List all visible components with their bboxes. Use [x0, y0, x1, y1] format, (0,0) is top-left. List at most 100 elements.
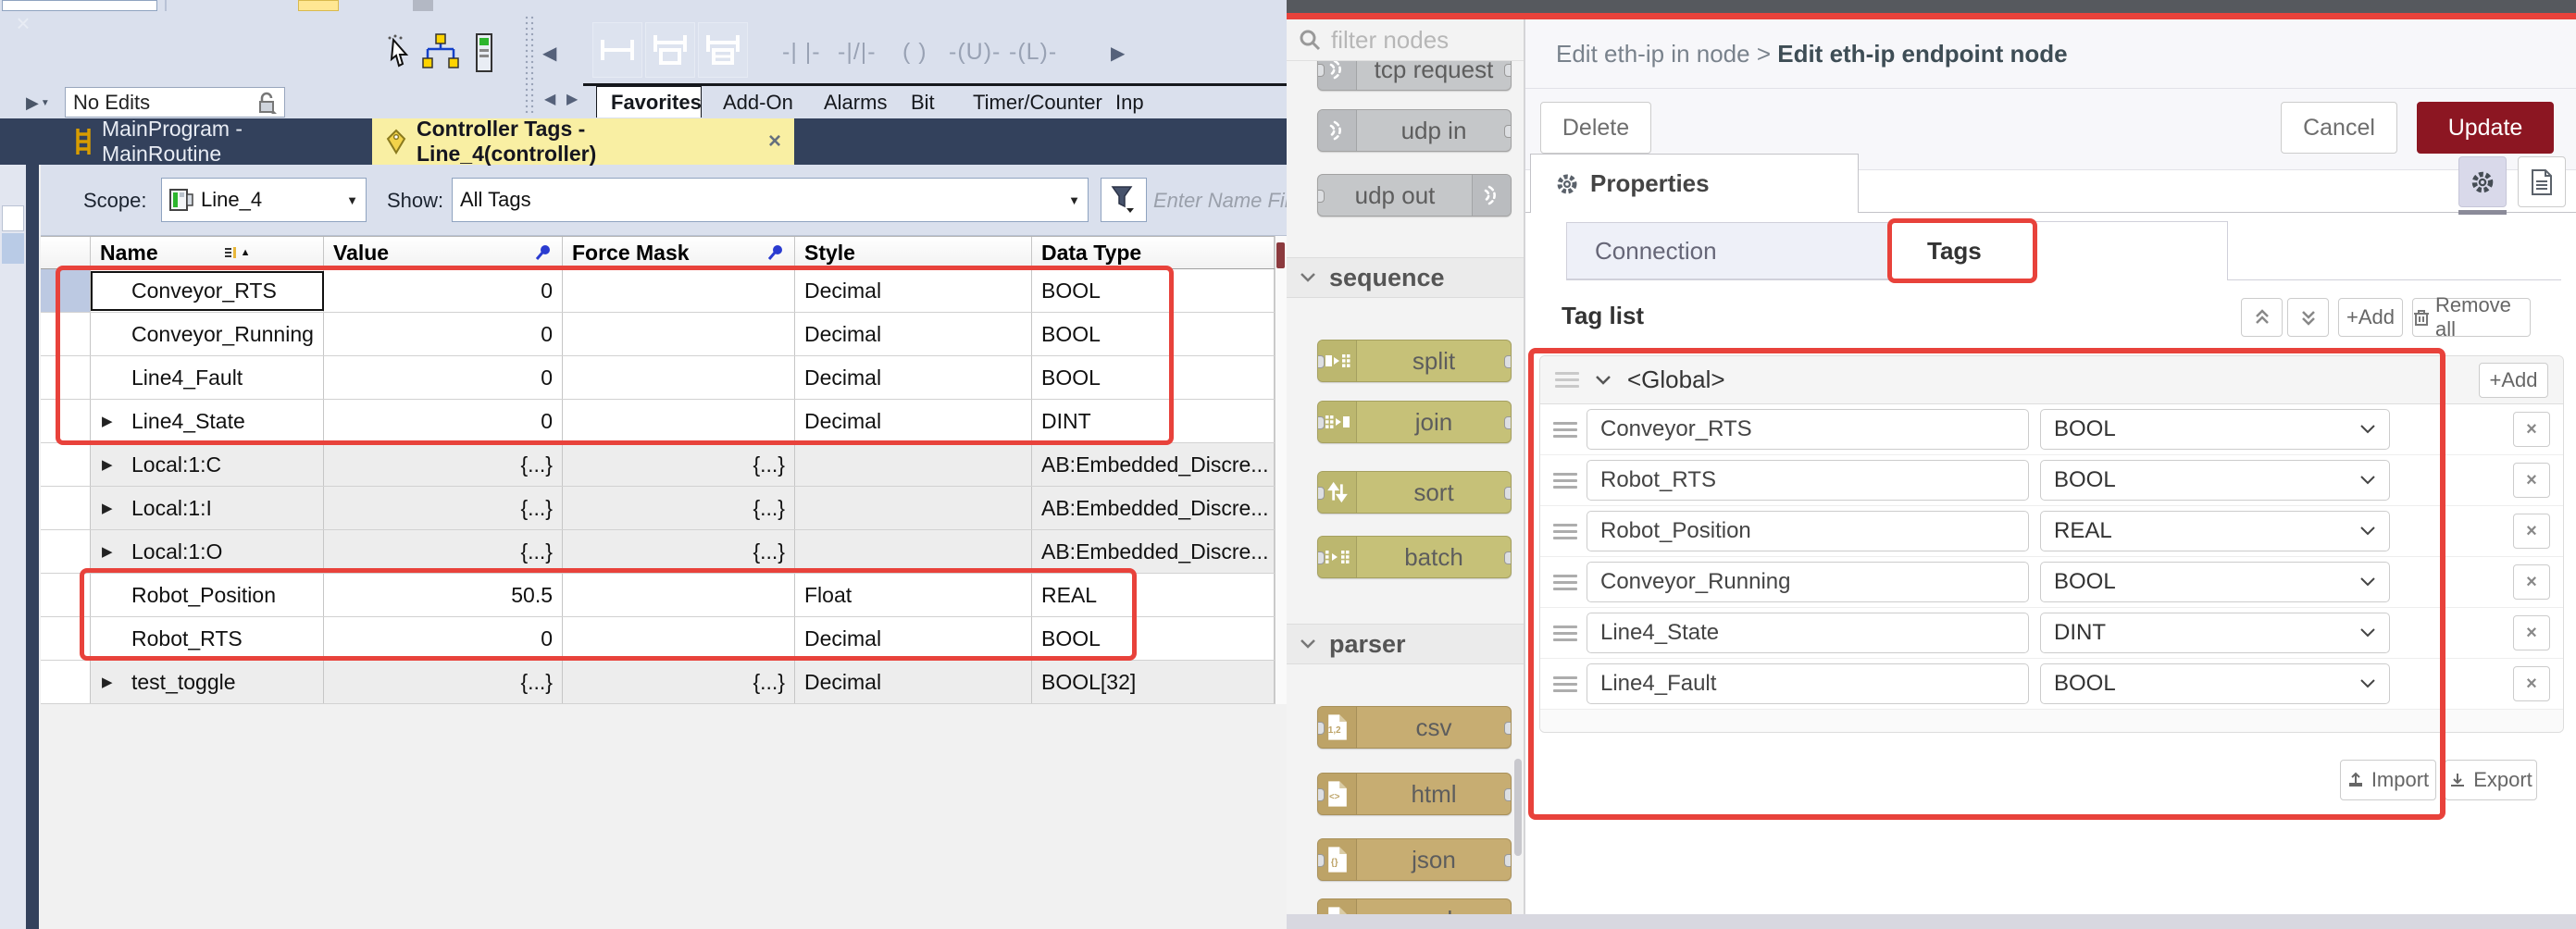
cell-style[interactable]: Decimal — [795, 400, 1032, 442]
select-pointer-icon[interactable] — [383, 33, 417, 72]
cell-data-type[interactable]: AB:Embedded_Discre... — [1032, 530, 1275, 573]
cell-data-type[interactable]: BOOL — [1032, 313, 1275, 355]
tab-tags[interactable]: Tags — [1889, 221, 2228, 280]
pin-icon[interactable] — [766, 243, 785, 262]
filter-button[interactable] — [1101, 178, 1147, 222]
network-browse-icon[interactable] — [418, 33, 463, 72]
cell-style[interactable]: Decimal — [795, 313, 1032, 355]
instruction-scroll-left-icon[interactable]: ◀ — [542, 44, 556, 63]
cell-force-mask[interactable]: {...} — [563, 530, 795, 573]
cell-data-type[interactable]: DINT — [1032, 400, 1275, 442]
tab-connection[interactable]: Connection — [1566, 222, 1889, 279]
remove-tag-button[interactable]: × — [2513, 564, 2550, 600]
instruction-tab-favorites[interactable]: Favorites — [611, 91, 702, 115]
tab-close-icon[interactable]: × — [768, 129, 781, 155]
tab-controller-tags[interactable]: Controller Tags - Line_4(controller) × — [372, 118, 794, 165]
cell-name[interactable]: ▶Local:1:I — [91, 487, 324, 529]
cell-value[interactable]: 0 — [324, 400, 563, 442]
table-row[interactable]: ▶Local:1:I{...}{...}AB:Embedded_Discre..… — [41, 487, 1275, 530]
instruction-tab-add-on[interactable]: Add-On — [723, 91, 793, 115]
node-output-port[interactable] — [1504, 64, 1512, 77]
table-row[interactable]: Line4_Fault0DecimalBOOL — [41, 356, 1275, 400]
cell-data-type[interactable]: AB:Embedded_Discre... — [1032, 487, 1275, 529]
instruction-glyph-icon[interactable]: ( ) — [902, 39, 927, 66]
node-settings-button[interactable] — [2458, 156, 2507, 207]
table-row[interactable]: ▶Local:1:O{...}{...}AB:Embedded_Discre..… — [41, 530, 1275, 574]
scope-select[interactable]: Line_4 ▼ — [161, 178, 367, 222]
table-row[interactable]: ▶Line4_State0 DecimalDINT — [41, 400, 1275, 443]
cell-value[interactable]: 0 — [324, 617, 563, 660]
table-scrollbar-thumb[interactable] — [1276, 242, 1285, 268]
cell-name[interactable]: ▶test_toggle — [91, 661, 324, 703]
node-output-port[interactable] — [1504, 125, 1512, 138]
rung-edit-dropdown[interactable]: ▶▼ — [20, 89, 57, 117]
move-up-button[interactable] — [2241, 298, 2283, 337]
header-value[interactable]: Value — [324, 237, 563, 268]
node-output-port[interactable] — [1504, 854, 1512, 867]
drag-handle-icon[interactable] — [1553, 524, 1577, 539]
toolbar-button-highlighted[interactable] — [298, 0, 339, 11]
node-output-port[interactable] — [1504, 487, 1512, 500]
cell-value[interactable]: {...} — [324, 530, 563, 573]
cell-name[interactable]: Conveyor_Running — [91, 313, 324, 355]
cell-value[interactable]: {...} — [324, 661, 563, 703]
row-marker-cell[interactable] — [41, 617, 91, 660]
remove-tag-button[interactable]: × — [2513, 463, 2550, 498]
row-marker-cell[interactable] — [41, 400, 91, 442]
tag-name-input[interactable] — [1587, 409, 2029, 450]
cell-name[interactable]: ▶Line4_State — [91, 400, 324, 442]
cell-force-mask[interactable] — [563, 400, 795, 442]
tag-name-input[interactable] — [1587, 511, 2029, 551]
tag-type-select[interactable]: BOOL — [2040, 663, 2390, 704]
toolbar-button-cut[interactable] — [413, 0, 433, 11]
row-marker-cell[interactable] — [41, 487, 91, 529]
node-output-port[interactable] — [1504, 551, 1512, 564]
instruction-scroll-right-icon[interactable]: ▶ — [1111, 44, 1125, 63]
header-style[interactable]: Style — [795, 237, 1032, 268]
drag-handle-icon[interactable] — [1553, 676, 1577, 692]
header-name[interactable]: Name ▲ — [91, 237, 324, 268]
device-monitor-icon[interactable] — [470, 33, 498, 72]
row-marker-cell[interactable] — [41, 356, 91, 399]
row-marker-cell[interactable] — [41, 269, 91, 312]
tag-type-select[interactable]: BOOL — [2040, 460, 2390, 501]
header-force-mask[interactable]: Force Mask — [563, 237, 795, 268]
remove-tag-button[interactable]: × — [2513, 666, 2550, 701]
tag-name-input[interactable] — [1587, 663, 2029, 704]
cell-value[interactable]: {...} — [324, 487, 563, 529]
cell-data-type[interactable]: BOOL — [1032, 356, 1275, 399]
cell-value[interactable]: 0 — [324, 313, 563, 355]
update-button[interactable]: Update — [2417, 102, 2554, 154]
pin-icon[interactable] — [534, 243, 553, 262]
cell-value[interactable]: 0 — [324, 356, 563, 399]
table-row[interactable]: Conveyor_Running0 DecimalBOOL — [41, 313, 1275, 356]
cell-force-mask[interactable] — [563, 269, 795, 312]
node-input-port[interactable] — [1317, 551, 1325, 564]
cell-data-type[interactable]: AB:Embedded_Discre... — [1032, 443, 1275, 486]
instruction-glyph-icon[interactable]: -| |- — [782, 39, 821, 66]
expand-arrow-icon[interactable]: ▶ — [102, 500, 113, 516]
row-marker-cell[interactable] — [41, 661, 91, 703]
rung-new-button[interactable] — [592, 22, 642, 78]
table-scrollbar[interactable] — [1275, 236, 1287, 704]
palette-node-batch[interactable]: batch — [1317, 536, 1512, 578]
node-input-port[interactable] — [1317, 355, 1325, 368]
node-description-button[interactable] — [2518, 156, 2566, 207]
palette-node-udp-in[interactable]: udp in — [1317, 109, 1512, 152]
tabs-scroll-left-icon[interactable]: ◀ — [544, 93, 555, 107]
instruction-glyph-icon[interactable]: -|/|- — [838, 39, 877, 66]
palette-node-csv[interactable]: 1,2csv — [1317, 706, 1512, 749]
expand-arrow-icon[interactable]: ▶ — [102, 413, 113, 429]
cell-force-mask[interactable] — [563, 574, 795, 616]
tag-name-input[interactable] — [1587, 460, 2029, 501]
palette-search[interactable]: filter nodes — [1287, 19, 1524, 61]
move-down-button[interactable] — [2287, 298, 2329, 337]
cell-force-mask[interactable] — [563, 356, 795, 399]
palette-category-sequence[interactable]: sequence — [1287, 257, 1524, 298]
row-marker-cell[interactable] — [41, 313, 91, 355]
node-output-port[interactable] — [1504, 416, 1512, 429]
table-row[interactable]: ▶test_toggle{...}{...}DecimalBOOL[32] — [41, 661, 1275, 704]
instruction-tab-timer-counter[interactable]: Timer/Counter — [973, 91, 1102, 115]
remove-tag-button[interactable]: × — [2513, 412, 2550, 447]
cell-name[interactable]: Robot_Position — [91, 574, 324, 616]
